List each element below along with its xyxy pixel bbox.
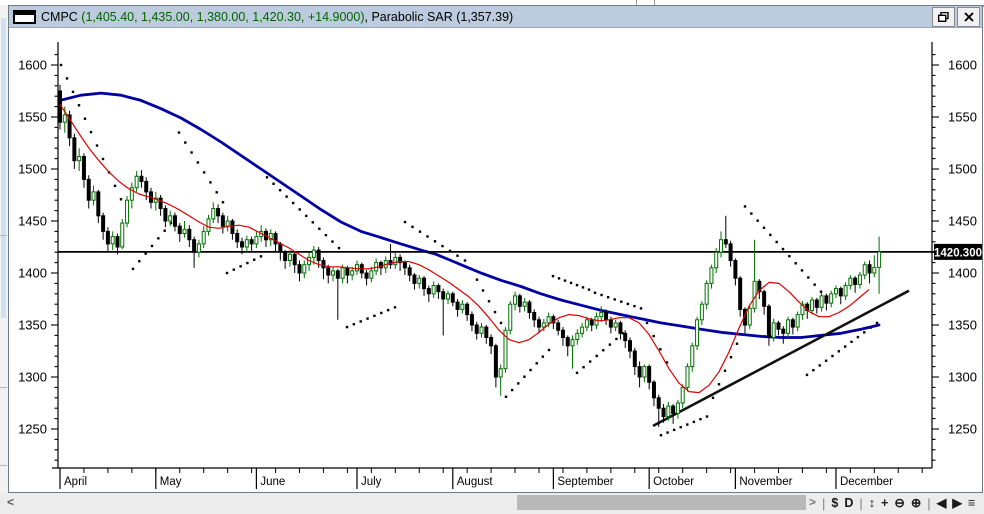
window-icon [13, 9, 36, 24]
y-axis-label: 1600 [948, 58, 977, 73]
step-left-button[interactable]: ◀ [937, 497, 947, 510]
left-panel-edge-fill [1, 18, 6, 318]
left-panel-divider [0, 387, 7, 388]
y-axis-label: 1500 [18, 162, 47, 177]
periodicity-button[interactable]: D [844, 497, 853, 510]
scrollbar-thumb[interactable] [517, 495, 806, 510]
y-axis-label: 1350 [948, 318, 977, 333]
y-axis-label: 1500 [948, 162, 977, 177]
x-axis-month-label: May [160, 476, 182, 488]
close-icon [963, 11, 974, 22]
menu-button[interactable]: ≡ [968, 497, 975, 510]
window-titlebar[interactable]: CMPC (1,405.40, 1,435.00, 1,380.00, 1,42… [9, 6, 982, 28]
y-axis-label: 1300 [18, 370, 47, 385]
x-axis-month-label: December [840, 476, 893, 488]
toolbar-separator: | [822, 496, 826, 511]
restore-icon [938, 11, 949, 22]
x-axis-month-label: April [64, 476, 87, 488]
zoom-out-button[interactable]: ⊖ [894, 497, 904, 510]
last-price-value: 1420.300 [934, 247, 982, 259]
y-axis-label: 1600 [18, 58, 47, 73]
x-axis: April May June July August September October No… [59, 468, 923, 489]
y-axis-label: 1450 [948, 214, 977, 229]
left-panel-divider [0, 465, 7, 466]
left-panel-divider [0, 235, 7, 236]
chart-plot-area[interactable]: 1250 1250 1300 1300 1350 1350 1400 1400 1450 1450… [9, 28, 982, 492]
chart-toolbar: | $ D | ↕ + ⊖ ⊕ | ◀ ▶ ≡ [822, 493, 975, 514]
window-title: CMPC (1,405.40, 1,435.00, 1,380.00, 1,42… [41, 10, 513, 24]
chart-window: CMPC (1,405.40, 1,435.00, 1,380.00, 1,42… [8, 5, 983, 493]
candles-layer [58, 84, 882, 427]
x-axis-month-label: June [260, 476, 285, 488]
chart-area: 1250 1250 1300 1300 1350 1350 1400 1400 1450 1450… [9, 28, 982, 492]
y-axis-label: 1450 [18, 214, 47, 229]
y-axis-label: 1400 [948, 266, 977, 281]
rescale-button[interactable]: $ [831, 497, 838, 510]
y-axis-label: 1550 [948, 110, 977, 125]
x-axis-month-label: August [457, 476, 494, 488]
scroll-left-button[interactable]: < [7, 495, 14, 509]
title-indicator: , Parabolic SAR (1,357.39) [364, 9, 514, 24]
pan-button[interactable]: + [881, 497, 888, 510]
y-axis-label: 1300 [948, 370, 977, 385]
x-axis-month-label: July [361, 476, 382, 488]
step-right-button[interactable]: ▶ [952, 497, 962, 510]
short-moving-average-line [59, 104, 870, 394]
title-symbol: CMPC [41, 9, 82, 24]
x-axis-month-label: November [739, 476, 792, 488]
y-axis-label: 1250 [948, 422, 977, 437]
bottom-scrollbar-row: < > | $ D | ↕ + ⊖ ⊕ | ◀ ▶ ≡ [0, 493, 984, 514]
restore-button[interactable] [932, 6, 955, 27]
y-axis-label: 1250 [18, 422, 47, 437]
y-axis-label: 1350 [18, 318, 47, 333]
vertical-zoom-button[interactable]: ↕ [869, 497, 875, 510]
last-price-label: 1420.300 [934, 243, 982, 260]
axes [52, 42, 933, 469]
scroll-right-button[interactable]: > [809, 495, 816, 509]
y-axis-label: 1550 [18, 110, 47, 125]
zoom-in-button[interactable]: ⊕ [911, 497, 921, 510]
close-button[interactable] [957, 6, 980, 27]
y-axis: 1250 1250 1300 1300 1350 1350 1400 1400 1450 1450… [18, 54, 977, 461]
title-ohlc-values: (1,405.40, 1,435.00, 1,380.00, 1,420.30,… [81, 9, 365, 24]
toolbar-separator: | [859, 496, 863, 511]
x-axis-month-label: September [557, 476, 613, 488]
y-axis-label: 1400 [18, 266, 47, 281]
toolbar-separator: | [927, 496, 931, 511]
x-axis-month-label: October [653, 476, 694, 488]
